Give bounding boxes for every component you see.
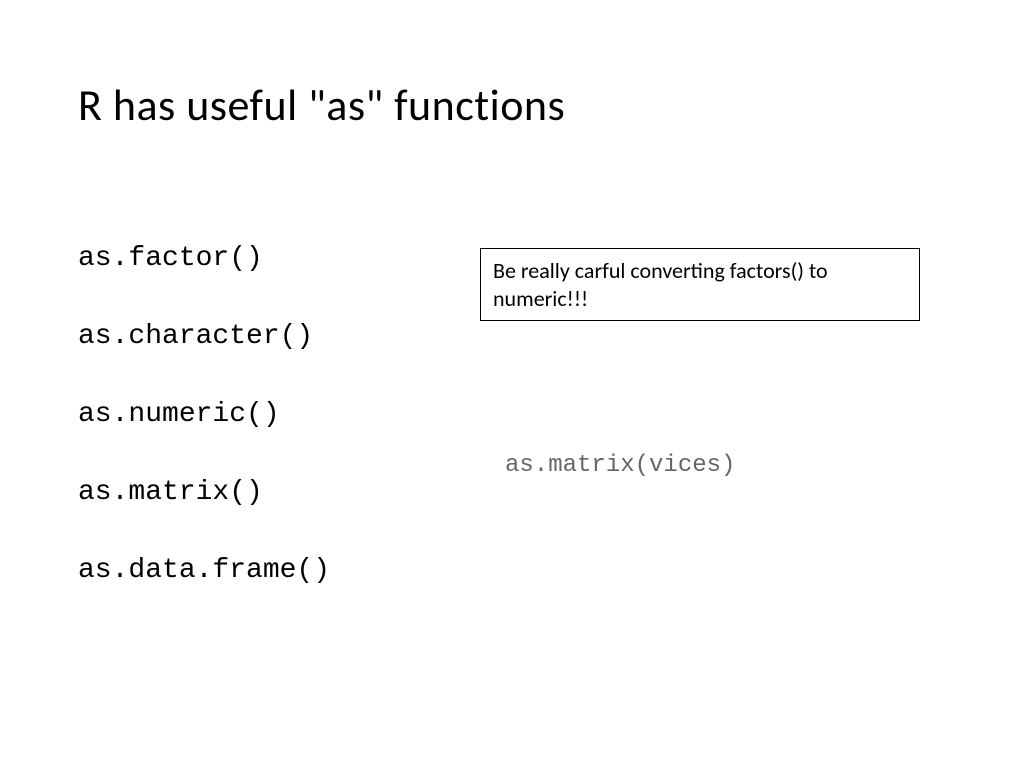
functions-list: as.factor() as.character() as.numeric() …: [78, 245, 330, 635]
slide-title: R has useful "as" functions: [78, 78, 565, 132]
function-item: as.character(): [78, 323, 330, 351]
function-item: as.numeric(): [78, 401, 330, 429]
function-item: as.matrix(): [78, 479, 330, 507]
code-example: as.matrix(vices): [505, 452, 735, 479]
function-item: as.data.frame(): [78, 557, 330, 585]
warning-callout: Be really carful converting factors() to…: [480, 248, 920, 321]
function-item: as.factor(): [78, 245, 330, 273]
